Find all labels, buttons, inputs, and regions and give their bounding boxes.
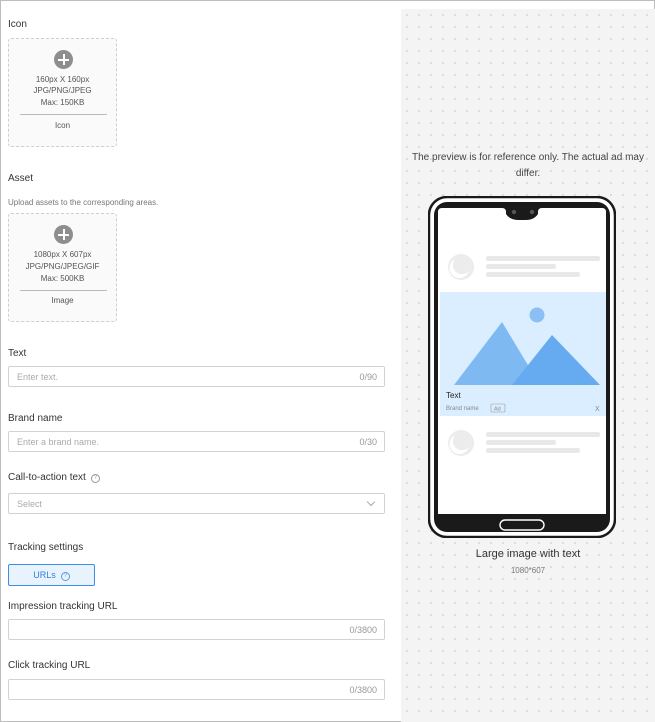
ad-card xyxy=(440,292,606,416)
preview-format-size: 1080*607 xyxy=(510,566,546,575)
icon-spec-size: 160px X 160px xyxy=(35,75,90,84)
brand-name-char-counter: 0/30 xyxy=(359,437,377,447)
text-label: Text xyxy=(8,348,27,359)
impression-url-label: Impression tracking URL xyxy=(8,601,118,612)
text-input-placeholder: Enter text. xyxy=(17,372,59,382)
chevron-down-icon xyxy=(366,497,376,507)
icon-spec-format: JPG/PNG/JPEG xyxy=(33,86,92,95)
help-icon[interactable]: ? xyxy=(90,474,100,483)
click-url-input[interactable]: 0/3800 xyxy=(8,679,385,700)
divider xyxy=(20,290,107,291)
ad-text: Text xyxy=(446,391,461,400)
asset-label: Asset xyxy=(8,173,34,184)
plus-icon xyxy=(54,50,73,69)
plus-icon xyxy=(54,225,73,244)
text-input[interactable]: Enter text. 0/90 xyxy=(8,366,385,387)
image-spec-max: Max: 500KB xyxy=(40,274,85,283)
icon-upload-caption: Icon xyxy=(54,121,71,130)
impression-url-input[interactable]: 0/3800 xyxy=(8,619,385,640)
cta-select-placeholder: Select xyxy=(17,499,43,509)
urls-tab-button[interactable]: URLs? xyxy=(8,564,95,586)
cta-label-text: Call-to-action text xyxy=(8,472,86,483)
icon-upload[interactable]: 160px X 160px JPG/PNG/JPEG Max: 150KB Ic… xyxy=(8,38,117,147)
phone-mockup: Text Brand name Ad X xyxy=(428,196,616,538)
urls-button-label: URLs xyxy=(33,570,56,580)
brand-name-placeholder: Enter a brand name. xyxy=(17,437,100,447)
preview-note: The preview is for reference only. The a… xyxy=(412,152,644,179)
icon-label: Icon xyxy=(8,19,27,30)
image-spec-size: 1080px X 607px xyxy=(33,250,92,259)
ad-brand-name: Brand name xyxy=(446,406,479,412)
brand-name-input[interactable]: Enter a brand name. 0/30 xyxy=(8,431,385,452)
tracking-settings-label: Tracking settings xyxy=(8,542,84,553)
text-char-counter: 0/90 xyxy=(359,372,377,382)
image-spec-format: JPG/PNG/JPEG/GIF xyxy=(25,262,100,271)
impression-url-counter: 0/3800 xyxy=(349,625,377,635)
image-upload-caption: Image xyxy=(51,296,74,305)
preview-panel: The preview is for reference only. The a… xyxy=(401,9,655,722)
ad-badge-label: Ad xyxy=(494,407,501,413)
ad-form: Icon 160px X 160px JPG/PNG/JPEG Max: 150… xyxy=(0,0,400,722)
click-url-label: Click tracking URL xyxy=(8,660,91,671)
brand-name-label: Brand name xyxy=(8,413,63,424)
cta-label: Call-to-action text? xyxy=(8,472,100,483)
click-url-counter: 0/3800 xyxy=(349,685,377,695)
help-icon[interactable]: ? xyxy=(60,572,70,581)
cta-select[interactable]: Select xyxy=(8,493,385,514)
asset-hint: Upload assets to the corresponding areas… xyxy=(8,198,159,207)
close-icon[interactable]: X xyxy=(595,406,600,413)
icon-spec-max: Max: 150KB xyxy=(40,98,85,107)
sun-icon xyxy=(529,307,545,323)
preview-format-caption: Large image with text xyxy=(475,548,581,560)
image-upload[interactable]: 1080px X 607px JPG/PNG/JPEG/GIF Max: 500… xyxy=(8,213,117,322)
divider xyxy=(20,114,107,115)
